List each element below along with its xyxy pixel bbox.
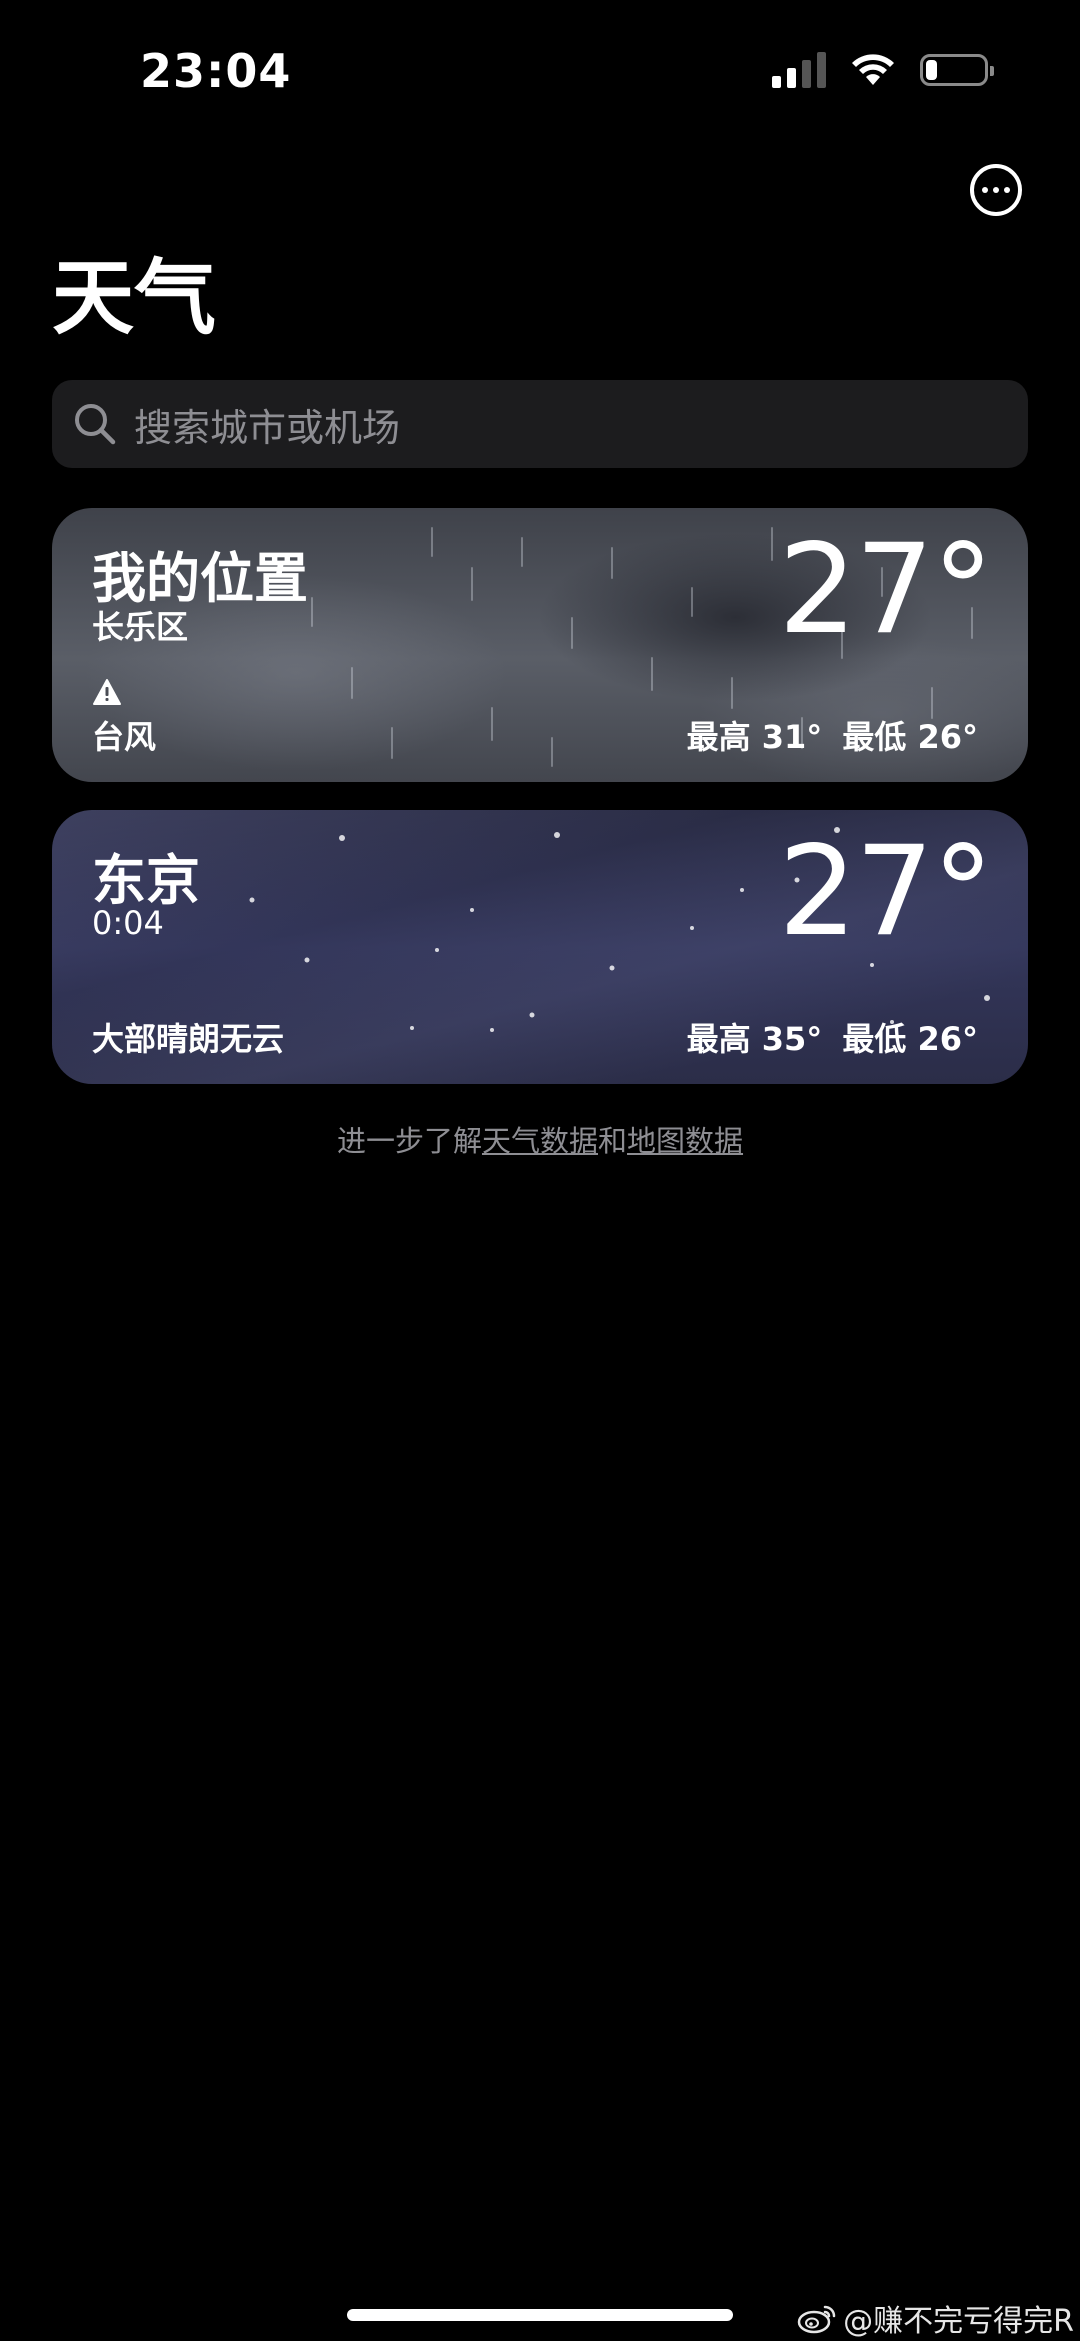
high-temperature: 最高 31° [686,718,823,756]
city-local-time: 0:04 [92,904,164,942]
watermark: @赚不完亏得完R [797,2296,1074,2340]
data-attribution-note: 进一步了解天气数据和地图数据 [0,1118,1080,1160]
low-temperature: 最低 26° [842,1020,978,1058]
high-low-temperature: 最高 35° 最低 26° [687,1014,978,1060]
more-options-button[interactable] [970,164,1022,216]
weather-condition: 大部晴朗无云 [92,1020,285,1058]
search-placeholder: 搜索城市或机场 [134,405,401,450]
weibo-icon [797,2305,836,2334]
wifi-icon [852,54,894,85]
map-data-link[interactable]: 地图数据 [627,1124,743,1158]
high-low-temperature: 最高 31° 最低 26° [687,712,978,758]
more-dot-icon [993,187,999,193]
page-title: 天气 [52,251,217,346]
search-input[interactable]: 搜索城市或机场 [52,380,1028,468]
weather-condition: 台风 [92,718,157,756]
high-temperature: 最高 35° [686,1020,823,1058]
low-temperature: 最低 26° [842,718,978,756]
more-dot-icon [1004,187,1010,193]
footer-prefix: 进一步了解 [336,1124,482,1158]
current-temperature: 27° [778,518,994,662]
status-icons [772,52,994,88]
weather-data-link[interactable]: 天气数据 [482,1124,598,1158]
battery-fill [926,60,938,80]
status-bar: 23:04 [0,0,1080,140]
battery-icon [920,54,994,86]
warning-triangle-icon [93,679,121,705]
city-subtitle: 长乐区 [92,608,189,646]
status-time: 23:04 [140,44,292,98]
home-indicator[interactable] [347,2309,733,2321]
search-icon [75,404,116,445]
city-card-tokyo[interactable]: 东京 0:04 27° 大部晴朗无云 最高 35° 最低 26° [52,810,1028,1084]
watermark-text: @赚不完亏得完R [843,2304,1074,2339]
cellular-signal-icon [772,52,826,88]
footer-conjunction: 和 [598,1124,628,1158]
current-temperature: 27° [778,820,994,964]
more-dot-icon [982,187,988,193]
city-card-my-location[interactable]: 我的位置 长乐区 27° 台风 最高 31° 最低 26° [52,508,1028,782]
